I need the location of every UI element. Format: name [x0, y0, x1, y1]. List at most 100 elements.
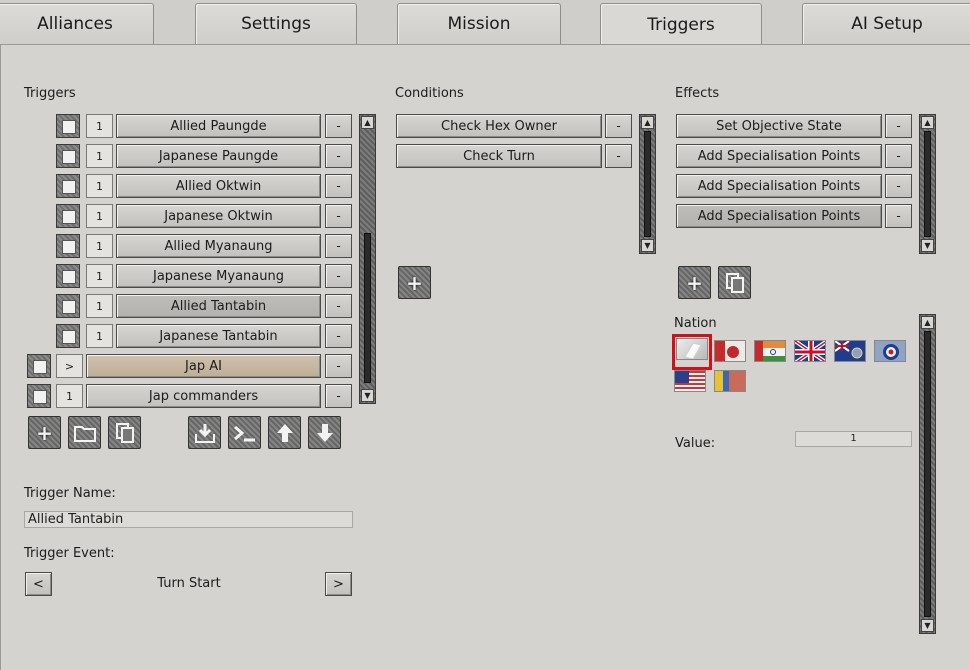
console-button[interactable]: [228, 416, 261, 449]
tab-mission[interactable]: Mission: [397, 3, 561, 44]
copy-effect-button[interactable]: [718, 266, 751, 299]
mixed-flag-icon[interactable]: [714, 370, 746, 392]
add-trigger-button[interactable]: +: [28, 416, 61, 449]
effect-params-scrollbar[interactable]: ▲ ▼: [919, 314, 936, 634]
condition-item[interactable]: Check Turn: [396, 144, 602, 168]
remove-trigger-button[interactable]: -: [325, 354, 352, 378]
conditions-heading: Conditions: [395, 86, 464, 101]
effects-heading: Effects: [675, 86, 720, 101]
remove-trigger-button[interactable]: -: [325, 114, 352, 138]
tab-settings[interactable]: Settings: [195, 3, 357, 44]
import-icon: [194, 423, 215, 443]
remove-trigger-button[interactable]: -: [325, 144, 352, 168]
uk-flag-icon[interactable]: [794, 340, 826, 362]
remove-condition-button[interactable]: -: [605, 114, 632, 138]
tab-ai-setup[interactable]: AI Setup: [802, 3, 970, 44]
copy-trigger-button[interactable]: [108, 416, 141, 449]
trigger-enable-checkbox[interactable]: [56, 294, 80, 318]
remove-trigger-button[interactable]: -: [325, 384, 352, 408]
australia-flag-icon[interactable]: [834, 340, 866, 362]
scroll-down-icon[interactable]: ▼: [361, 389, 374, 402]
event-prev-button[interactable]: <: [25, 572, 52, 596]
remove-effect-button[interactable]: -: [885, 114, 912, 138]
remove-effect-button[interactable]: -: [885, 204, 912, 228]
remove-condition-button[interactable]: -: [605, 144, 632, 168]
effect-item[interactable]: Add Specialisation Points: [676, 204, 882, 228]
trigger-enable-checkbox[interactable]: [56, 204, 80, 228]
trigger-count[interactable]: >: [56, 354, 83, 378]
trigger-item[interactable]: Allied Myanaung: [116, 234, 321, 258]
remove-effect-button[interactable]: -: [885, 144, 912, 168]
trigger-enable-checkbox[interactable]: [56, 144, 80, 168]
trigger-count: 1: [56, 384, 83, 408]
trigger-item[interactable]: Allied Paungde: [116, 114, 321, 138]
trigger-item[interactable]: Allied Oktwin: [116, 174, 321, 198]
remove-trigger-button[interactable]: -: [325, 294, 352, 318]
scroll-down-icon[interactable]: ▼: [641, 239, 654, 252]
add-effect-button[interactable]: +: [678, 266, 711, 299]
triggers-heading: Triggers: [24, 86, 76, 101]
trigger-enable-checkbox[interactable]: [27, 384, 51, 408]
scroll-down-icon[interactable]: ▼: [921, 619, 934, 632]
arrow-up-icon: [276, 423, 293, 442]
raf-roundel-flag-icon[interactable]: [874, 340, 906, 362]
trigger-item[interactable]: Japanese Myanaung: [116, 264, 321, 288]
japan-flag-icon[interactable]: [714, 340, 746, 362]
india-flag-icon[interactable]: [754, 340, 786, 362]
folder-button[interactable]: [68, 416, 101, 449]
trigger-enable-checkbox[interactable]: [56, 174, 80, 198]
trigger-item[interactable]: Japanese Tantabin: [116, 324, 321, 348]
trigger-count: 1: [86, 114, 113, 138]
move-down-button[interactable]: [308, 416, 341, 449]
remove-effect-button[interactable]: -: [885, 174, 912, 198]
add-condition-button[interactable]: +: [398, 266, 431, 299]
neutral-flag-icon[interactable]: [676, 338, 708, 360]
trigger-item[interactable]: Allied Tantabin: [116, 294, 321, 318]
plus-icon: +: [36, 420, 53, 445]
tab-alliances[interactable]: Alliances: [0, 3, 154, 44]
trigger-enable-checkbox[interactable]: [56, 114, 80, 138]
scroll-down-icon[interactable]: ▼: [921, 239, 934, 252]
trigger-enable-checkbox[interactable]: [56, 324, 80, 348]
trigger-item[interactable]: Japanese Paungde: [116, 144, 321, 168]
trigger-count: 1: [86, 144, 113, 168]
value-field[interactable]: 1: [795, 431, 912, 447]
move-up-button[interactable]: [268, 416, 301, 449]
trigger-enable-checkbox[interactable]: [27, 354, 51, 378]
effect-item[interactable]: Add Specialisation Points: [676, 174, 882, 198]
scroll-thumb[interactable]: [924, 131, 931, 237]
folder-icon: [73, 425, 96, 442]
scroll-thumb[interactable]: [364, 233, 371, 383]
trigger-name-label: Trigger Name:: [24, 486, 116, 501]
trigger-count: 1: [86, 174, 113, 198]
remove-trigger-button[interactable]: -: [325, 264, 352, 288]
trigger-item[interactable]: Japanese Oktwin: [116, 204, 321, 228]
trigger-item[interactable]: Jap commanders: [86, 384, 321, 408]
usa-flag-icon[interactable]: [674, 370, 706, 392]
trigger-event-value: Turn Start: [157, 576, 221, 591]
remove-trigger-button[interactable]: -: [325, 174, 352, 198]
scroll-up-icon[interactable]: ▲: [361, 116, 374, 129]
effect-item[interactable]: Add Specialisation Points: [676, 144, 882, 168]
scroll-up-icon[interactable]: ▲: [641, 116, 654, 129]
condition-item[interactable]: Check Hex Owner: [396, 114, 602, 138]
trigger-list-scrollbar[interactable]: ▲ ▼: [359, 114, 376, 404]
trigger-item[interactable]: Jap AI: [86, 354, 321, 378]
remove-trigger-button[interactable]: -: [325, 204, 352, 228]
remove-trigger-button[interactable]: -: [325, 324, 352, 348]
scroll-thumb[interactable]: [924, 331, 931, 617]
scroll-thumb[interactable]: [644, 131, 651, 237]
event-next-button[interactable]: >: [325, 572, 352, 596]
remove-trigger-button[interactable]: -: [325, 234, 352, 258]
trigger-count: 1: [86, 294, 113, 318]
trigger-name-field[interactable]: Allied Tantabin: [24, 511, 353, 528]
tab-triggers[interactable]: Triggers: [600, 3, 762, 46]
effect-item[interactable]: Set Objective State: [676, 114, 882, 138]
scroll-up-icon[interactable]: ▲: [921, 116, 934, 129]
trigger-enable-checkbox[interactable]: [56, 264, 80, 288]
scroll-up-icon[interactable]: ▲: [921, 316, 934, 329]
import-button[interactable]: [188, 416, 221, 449]
trigger-enable-checkbox[interactable]: [56, 234, 80, 258]
conditions-scrollbar[interactable]: ▲ ▼: [639, 114, 656, 254]
effects-scrollbar[interactable]: ▲ ▼: [919, 114, 936, 254]
